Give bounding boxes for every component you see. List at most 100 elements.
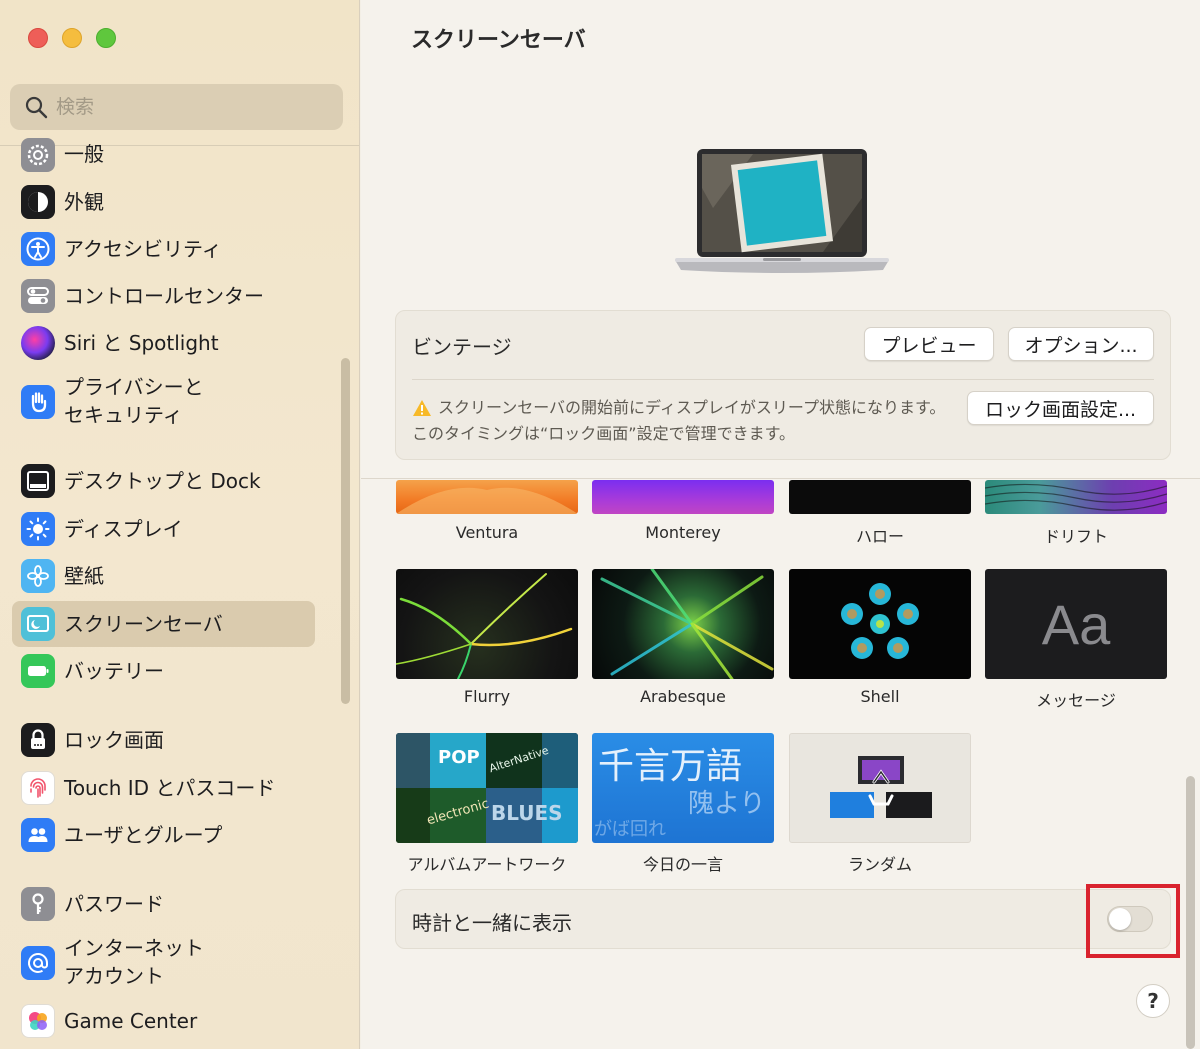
- message-thumb-text: Aa: [1041, 592, 1111, 656]
- sun-icon: [21, 512, 55, 546]
- lock-screen-settings-button[interactable]: ロック画面設定...: [967, 391, 1154, 425]
- sidebar-item-label: Game Center: [64, 1009, 198, 1033]
- sidebar-item-displays[interactable]: ディスプレイ: [12, 506, 315, 552]
- sidebar-item-label: ディスプレイ: [64, 517, 183, 541]
- word-text-main: 千言万語: [598, 746, 743, 787]
- flurry-thumbnail: [396, 569, 578, 679]
- sidebar-item-battery[interactable]: バッテリー: [12, 648, 315, 694]
- sidebar-item-lock-screen[interactable]: ロック画面: [12, 717, 315, 763]
- help-button[interactable]: ?: [1136, 984, 1170, 1018]
- sidebar-item-label: バッテリー: [64, 659, 164, 683]
- hand-icon: [21, 385, 55, 419]
- sidebar-item-screensaver[interactable]: スクリーンセーバ: [12, 601, 315, 647]
- screensaver-label: Flurry: [463, 687, 511, 706]
- sidebar-item-wallpaper[interactable]: 壁紙: [12, 553, 315, 599]
- sleep-warning-text: スクリーンセーバの開始前にディスプレイがスリープ状態になります。このタイミングは…: [412, 398, 946, 443]
- laptop-preview: [675, 149, 889, 273]
- sidebar-item-label: インターネット アカウント: [64, 936, 204, 988]
- word-of-the-day-thumbnail: 千言万語 隗より がば回れ: [592, 733, 774, 843]
- sidebar-item-users[interactable]: ユーザとグループ: [12, 812, 315, 858]
- show-with-clock-row: 時計と一緒に表示: [395, 889, 1171, 949]
- selected-screensaver-name: ビンテージ: [412, 335, 512, 359]
- random-thumbnail: [789, 733, 971, 843]
- main-content: スクリーンセーバ ビンテージ プレビュー オプション... スクリーンセーバの開…: [361, 0, 1200, 1049]
- appearance-icon: [21, 185, 55, 219]
- screensaver-label: Shell: [860, 687, 900, 706]
- sidebar-item-label: ロック画面: [64, 728, 164, 752]
- screensaver-label: Ventura: [455, 523, 519, 542]
- search-field[interactable]: [10, 84, 343, 130]
- options-button[interactable]: オプション...: [1008, 327, 1154, 361]
- sidebar-item-internet-accounts[interactable]: インターネット アカウント: [12, 931, 315, 995]
- sidebar-item-accessibility[interactable]: アクセシビリティ: [12, 226, 315, 272]
- minimize-window-button[interactable]: [62, 28, 82, 48]
- close-window-button[interactable]: [28, 28, 48, 48]
- screensaver-label: ドリフト: [1043, 527, 1108, 546]
- control-center-icon: [21, 279, 55, 313]
- main-scrollbar[interactable]: [1186, 776, 1195, 1049]
- sidebar-item-label: 外観: [64, 190, 104, 214]
- panel-divider: [412, 379, 1154, 380]
- grid-divider: [361, 478, 1200, 479]
- hello-thumbnail: [789, 480, 971, 514]
- sidebar-item-label: デスクトップと Dock: [64, 469, 261, 493]
- sidebar-item-label: 一般: [64, 142, 104, 166]
- sidebar-item-label: Siri と Spotlight: [64, 331, 219, 355]
- users-icon: [21, 818, 55, 852]
- show-with-clock-label: 時計と一緒に表示: [412, 911, 572, 935]
- drift-thumbnail: [985, 480, 1167, 514]
- lock-icon: [21, 723, 55, 757]
- sidebar-item-label: 壁紙: [64, 564, 104, 588]
- sidebar-item-game-center[interactable]: Game Center: [12, 998, 315, 1044]
- screensaver-label: ハロー: [855, 527, 904, 546]
- album-text-blues: BLUES: [491, 801, 563, 825]
- highlight-annotation: [1086, 884, 1180, 958]
- page-title: スクリーンセーバ: [411, 28, 586, 53]
- arabesque-thumbnail: [592, 569, 774, 679]
- fingerprint-icon: [21, 771, 55, 805]
- album-text-pop: POP: [438, 747, 480, 768]
- zoom-window-button[interactable]: [96, 28, 116, 48]
- siri-icon: [21, 326, 55, 360]
- accessibility-icon: [21, 232, 55, 266]
- screensaver-label: 今日の一言: [642, 855, 723, 874]
- shell-thumbnail: [789, 569, 971, 679]
- sidebar-item-desktop-dock[interactable]: デスクトップと Dock: [12, 458, 315, 504]
- search-input[interactable]: [56, 92, 326, 122]
- album-artwork-thumbnail: POP AlterNative electronic BLUES: [396, 733, 578, 843]
- search-icon: [25, 96, 48, 119]
- word-text-sub: 隗より: [688, 789, 766, 819]
- sidebar-scrollbar[interactable]: [341, 358, 350, 704]
- screensaver-label: Monterey: [645, 523, 721, 542]
- dock-icon: [21, 464, 55, 498]
- screensaver-label: Arabesque: [640, 687, 726, 706]
- sidebar-item-touch-id[interactable]: Touch ID とパスコード: [12, 765, 315, 811]
- sidebar-item-siri[interactable]: Siri と Spotlight: [12, 320, 315, 366]
- gear-icon: [21, 138, 55, 172]
- sidebar-item-label: コントロールセンター: [64, 284, 264, 308]
- sidebar-item-label: Touch ID とパスコード: [64, 776, 276, 800]
- monterey-thumbnail: [592, 480, 774, 514]
- screensaver-icon: [21, 607, 55, 641]
- screensaver-label: メッセージ: [1036, 691, 1116, 710]
- battery-icon: [21, 654, 55, 688]
- ventura-thumbnail: [396, 480, 578, 514]
- sidebar: 一般 外観 アクセシビリティ コントロールセンター Siri と Spotlig…: [0, 0, 360, 1049]
- sidebar-item-passwords[interactable]: パスワード: [12, 881, 315, 927]
- sidebar-item-control-center[interactable]: コントロールセンター: [12, 273, 315, 319]
- sidebar-item-label: アクセシビリティ: [64, 237, 222, 261]
- sidebar-item-label: スクリーンセーバ: [64, 612, 223, 636]
- preview-button[interactable]: プレビュー: [864, 327, 994, 361]
- sidebar-item-appearance[interactable]: 外観: [12, 179, 315, 225]
- key-icon: [21, 887, 55, 921]
- screensaver-label: アルバムアートワーク: [407, 855, 567, 874]
- game-center-icon: [21, 1004, 55, 1038]
- message-thumbnail: Aa: [985, 569, 1167, 679]
- at-icon: [21, 946, 55, 980]
- word-text-faint: がば回れ: [594, 819, 666, 840]
- sidebar-item-label: ユーザとグループ: [64, 823, 223, 847]
- sidebar-item-privacy[interactable]: プライバシーと セキュリティ: [12, 370, 315, 434]
- sidebar-item-general[interactable]: 一般: [12, 132, 315, 178]
- current-screensaver-panel: ビンテージ プレビュー オプション... スクリーンセーバの開始前にディスプレイ…: [395, 310, 1171, 460]
- sidebar-item-label: プライバシーと セキュリティ: [64, 375, 204, 427]
